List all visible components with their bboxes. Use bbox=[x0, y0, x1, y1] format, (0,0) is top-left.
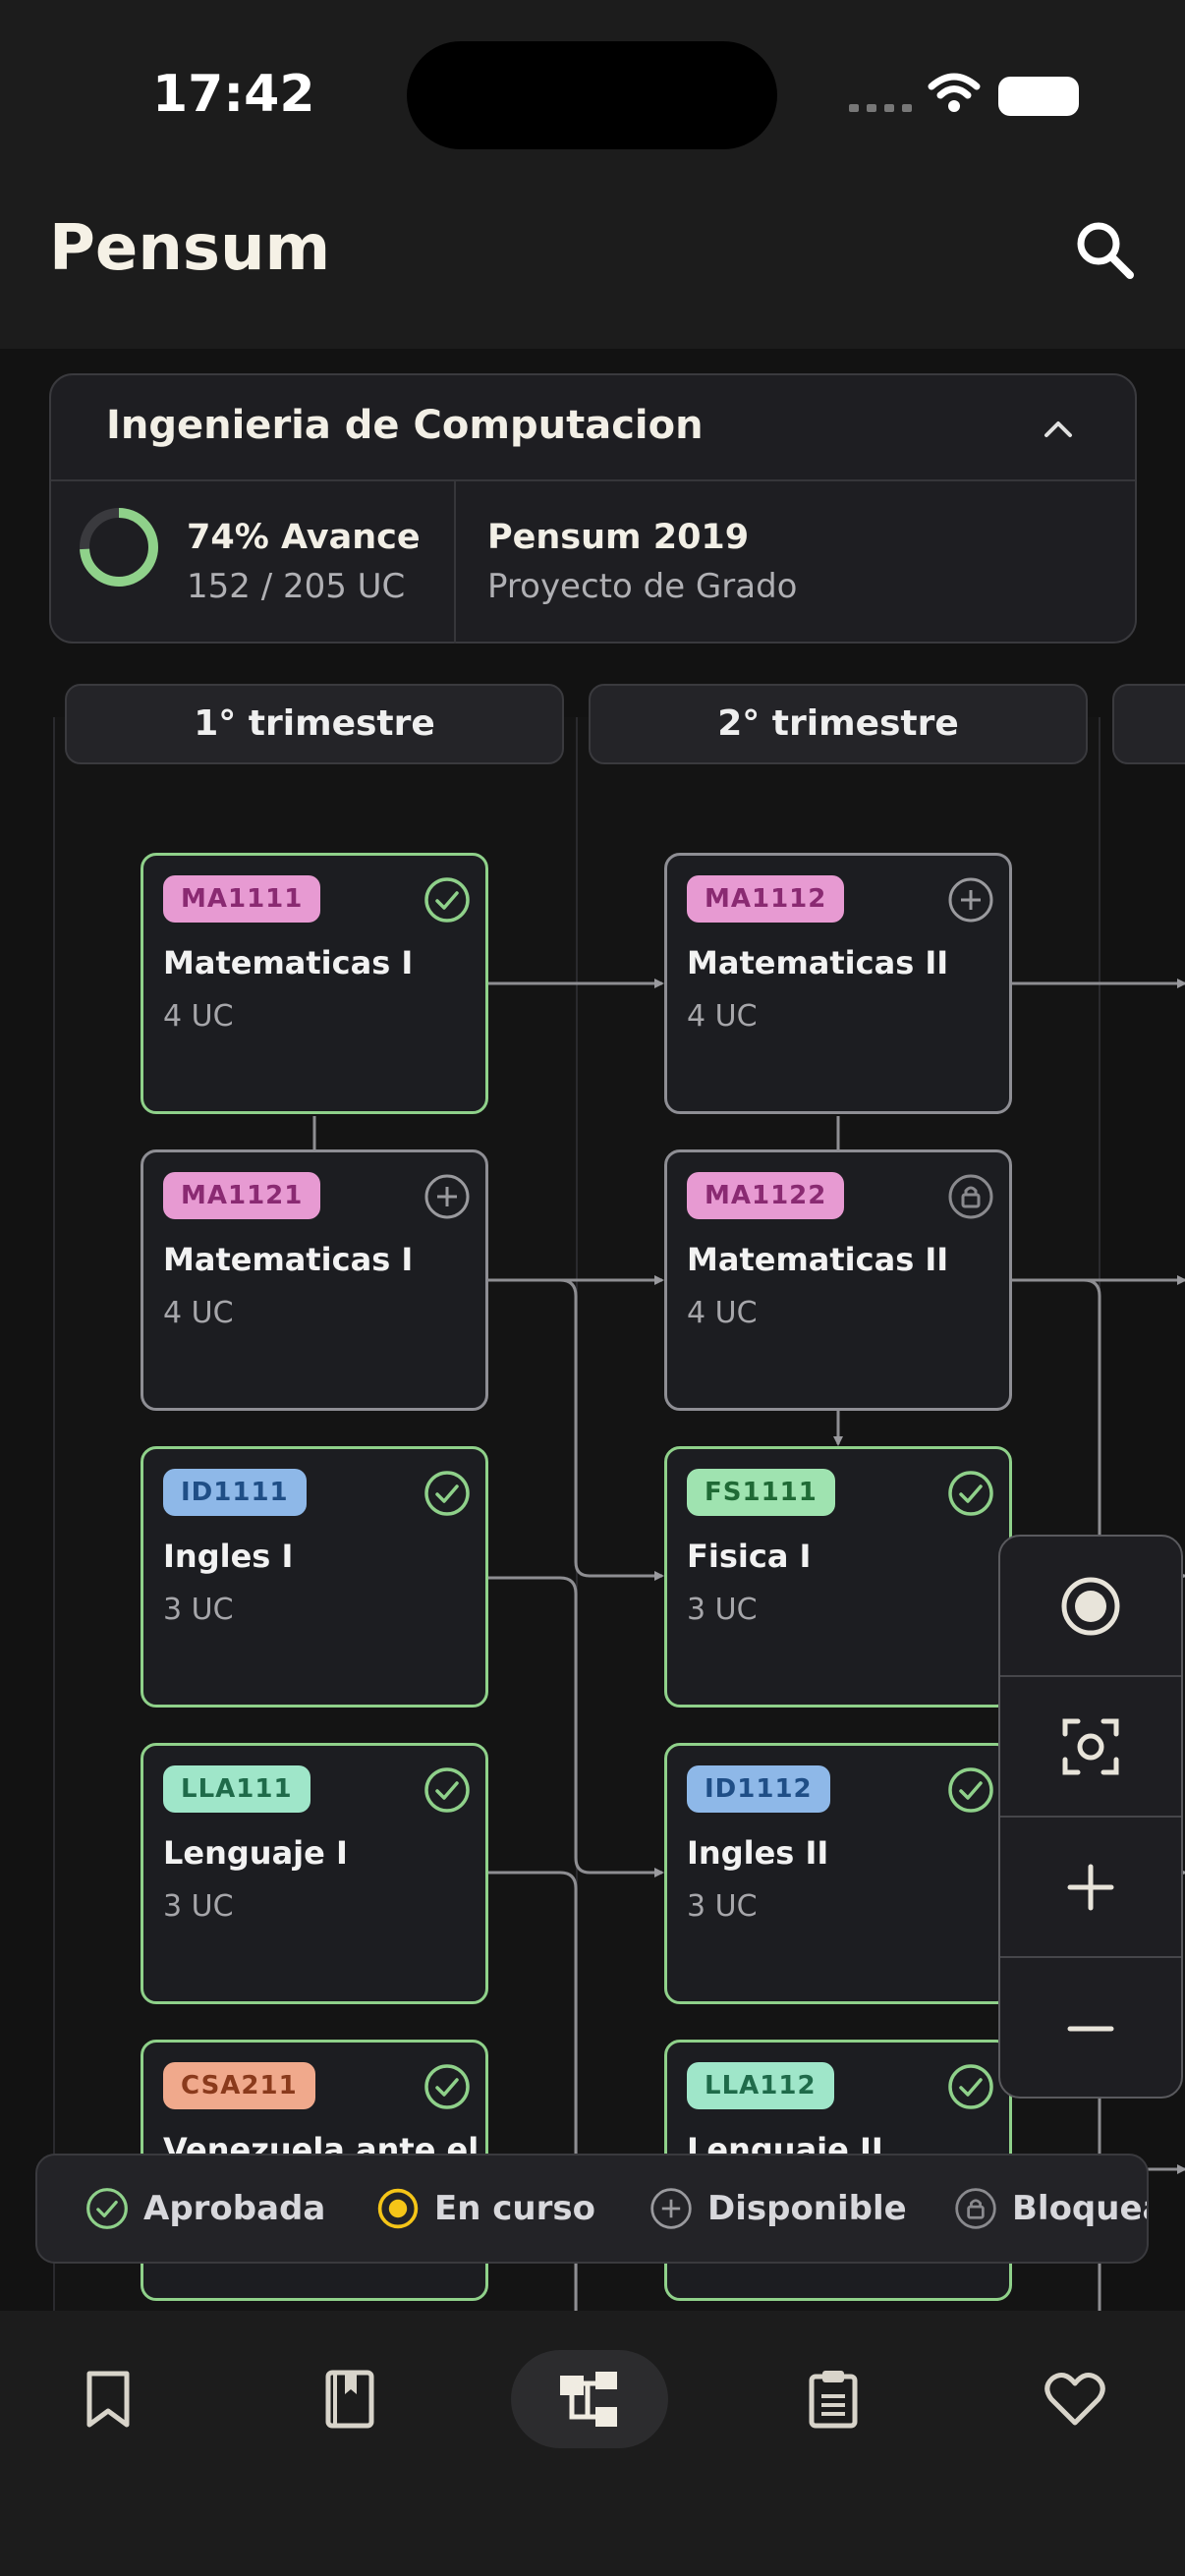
program-card: Ingenieria de Computacion 74% Avance 152… bbox=[49, 373, 1137, 644]
nav-favorites[interactable] bbox=[996, 2350, 1154, 2448]
course-code-chip: CSA211 bbox=[163, 2062, 315, 2109]
course-name: Matematicas II bbox=[687, 1241, 949, 1278]
course-name: Ingles I bbox=[163, 1538, 294, 1575]
bookmark-icon bbox=[86, 2371, 130, 2428]
course-code-chip: ID1112 bbox=[687, 1765, 830, 1813]
divider bbox=[454, 481, 456, 644]
course-code-chip: FS1111 bbox=[687, 1469, 835, 1516]
status-bar: 17:42 bbox=[0, 0, 1185, 177]
dynamic-island bbox=[407, 41, 777, 149]
course-uc: 4 UC bbox=[687, 1296, 758, 1330]
legend-disponible: Disponible bbox=[649, 2156, 907, 2262]
course-name: Matematicas II bbox=[687, 944, 949, 981]
course-uc: 3 UC bbox=[163, 1593, 234, 1627]
course-card-id1112[interactable]: ID1112 Ingles II 3 UC bbox=[664, 1743, 1012, 2004]
legend-aprobada: Aprobada bbox=[85, 2156, 325, 2262]
app-header: Pensum bbox=[0, 177, 1185, 349]
check-circle-icon bbox=[948, 1471, 993, 1516]
legend-label: En curso bbox=[434, 2189, 595, 2228]
status-time: 17:42 bbox=[152, 65, 315, 124]
nav-schedule[interactable] bbox=[755, 2350, 912, 2448]
nav-courses[interactable] bbox=[271, 2350, 428, 2448]
course-card-ma1121[interactable]: MA1121 Matematicas I 4 UC bbox=[141, 1149, 488, 1411]
book-icon bbox=[325, 2370, 374, 2429]
course-uc: 3 UC bbox=[163, 1889, 234, 1924]
fit-icon bbox=[1062, 1718, 1119, 1774]
course-uc: 4 UC bbox=[163, 999, 234, 1034]
course-name: Matematicas I bbox=[163, 944, 414, 981]
course-uc: 4 UC bbox=[163, 1296, 234, 1330]
course-card-ma1111[interactable]: MA1111 Matematicas I 4 UC bbox=[141, 853, 488, 1114]
minus-icon bbox=[1067, 2026, 1114, 2031]
page-title: Pensum bbox=[49, 212, 331, 285]
pensum-subtitle: Proyecto de Grado bbox=[487, 567, 798, 606]
legend-en-curso: En curso bbox=[375, 2156, 595, 2262]
course-code-chip: ID1111 bbox=[163, 1469, 307, 1516]
check-circle-icon bbox=[424, 877, 470, 923]
signal-icon bbox=[849, 104, 912, 112]
plus-circle-icon bbox=[948, 877, 993, 923]
check-circle-icon bbox=[948, 2064, 993, 2109]
check-circle-icon bbox=[86, 2188, 128, 2229]
legend-label: Aprobada bbox=[143, 2189, 326, 2228]
course-uc: 3 UC bbox=[687, 1593, 758, 1627]
course-name: Fisica I bbox=[687, 1538, 812, 1575]
check-circle-icon bbox=[424, 1471, 470, 1516]
course-uc: 3 UC bbox=[687, 1889, 758, 1924]
course-card-ma1122[interactable]: MA1122 Matematicas II 4 UC bbox=[664, 1149, 1012, 1411]
zoom-out-button[interactable] bbox=[1000, 1958, 1181, 2097]
course-uc: 4 UC bbox=[687, 999, 758, 1034]
course-name: Matematicas I bbox=[163, 1241, 414, 1278]
progress-ring bbox=[80, 508, 158, 587]
battery-icon bbox=[998, 77, 1079, 116]
check-circle-icon bbox=[424, 1767, 470, 1813]
lock-circle-icon bbox=[955, 2188, 996, 2229]
plus-icon bbox=[1067, 1864, 1114, 1910]
course-name: Ingles II bbox=[687, 1834, 829, 1872]
program-name: Ingenieria de Computacion bbox=[106, 403, 704, 448]
course-code-chip: MA1112 bbox=[687, 875, 845, 923]
lock-circle-icon bbox=[948, 1174, 993, 1219]
chevron-up-icon[interactable] bbox=[1034, 405, 1083, 454]
tree-icon bbox=[560, 2372, 617, 2427]
course-card-lla111[interactable]: LLA111 Lenguaje I 3 UC bbox=[141, 1743, 488, 2004]
fit-view-button[interactable] bbox=[1000, 1677, 1181, 1818]
program-header[interactable]: Ingenieria de Computacion bbox=[51, 375, 1135, 481]
plus-circle-icon bbox=[650, 2188, 692, 2229]
legend-bloqueada: Bloqueada bbox=[953, 2156, 1147, 2262]
course-code-chip: MA1121 bbox=[163, 1172, 321, 1219]
heart-icon bbox=[1044, 2372, 1105, 2426]
check-circle-icon bbox=[948, 1767, 993, 1813]
progress-percent: 74% Avance bbox=[187, 518, 421, 557]
legend-label: Bloqueada bbox=[1012, 2189, 1147, 2228]
course-card-ma1112[interactable]: MA1112 Matematicas II 4 UC bbox=[664, 853, 1012, 1114]
course-card-id1111[interactable]: ID1111 Ingles I 3 UC bbox=[141, 1446, 488, 1708]
nav-pensum-tree[interactable] bbox=[511, 2350, 668, 2448]
nav-bookmarks[interactable] bbox=[29, 2350, 187, 2448]
course-code-chip: MA1111 bbox=[163, 875, 321, 923]
zoom-in-button[interactable] bbox=[1000, 1818, 1181, 1958]
course-code-chip: MA1122 bbox=[687, 1172, 845, 1219]
center-icon bbox=[1061, 1577, 1120, 1635]
wifi-icon bbox=[928, 73, 981, 112]
in-progress-icon bbox=[377, 2188, 419, 2229]
course-code-chip: LLA112 bbox=[687, 2062, 834, 2109]
search-icon[interactable] bbox=[1071, 216, 1140, 285]
course-code-chip: LLA111 bbox=[163, 1765, 310, 1813]
course-card-fs1111[interactable]: FS1111 Fisica I 3 UC bbox=[664, 1446, 1012, 1708]
course-name: Lenguaje I bbox=[163, 1834, 348, 1872]
pensum-name: Pensum 2019 bbox=[487, 518, 750, 557]
status-legend[interactable]: Aprobada En curso Disponible Bloqueada bbox=[35, 2154, 1149, 2264]
clipboard-icon bbox=[809, 2371, 858, 2429]
bottom-navigation bbox=[0, 2311, 1185, 2576]
zoom-controls bbox=[998, 1535, 1183, 2099]
center-button[interactable] bbox=[1000, 1537, 1181, 1677]
check-circle-icon bbox=[424, 2064, 470, 2109]
plus-circle-icon bbox=[424, 1174, 470, 1219]
legend-label: Disponible bbox=[707, 2189, 907, 2228]
progress-uc: 152 / 205 UC bbox=[187, 567, 406, 606]
